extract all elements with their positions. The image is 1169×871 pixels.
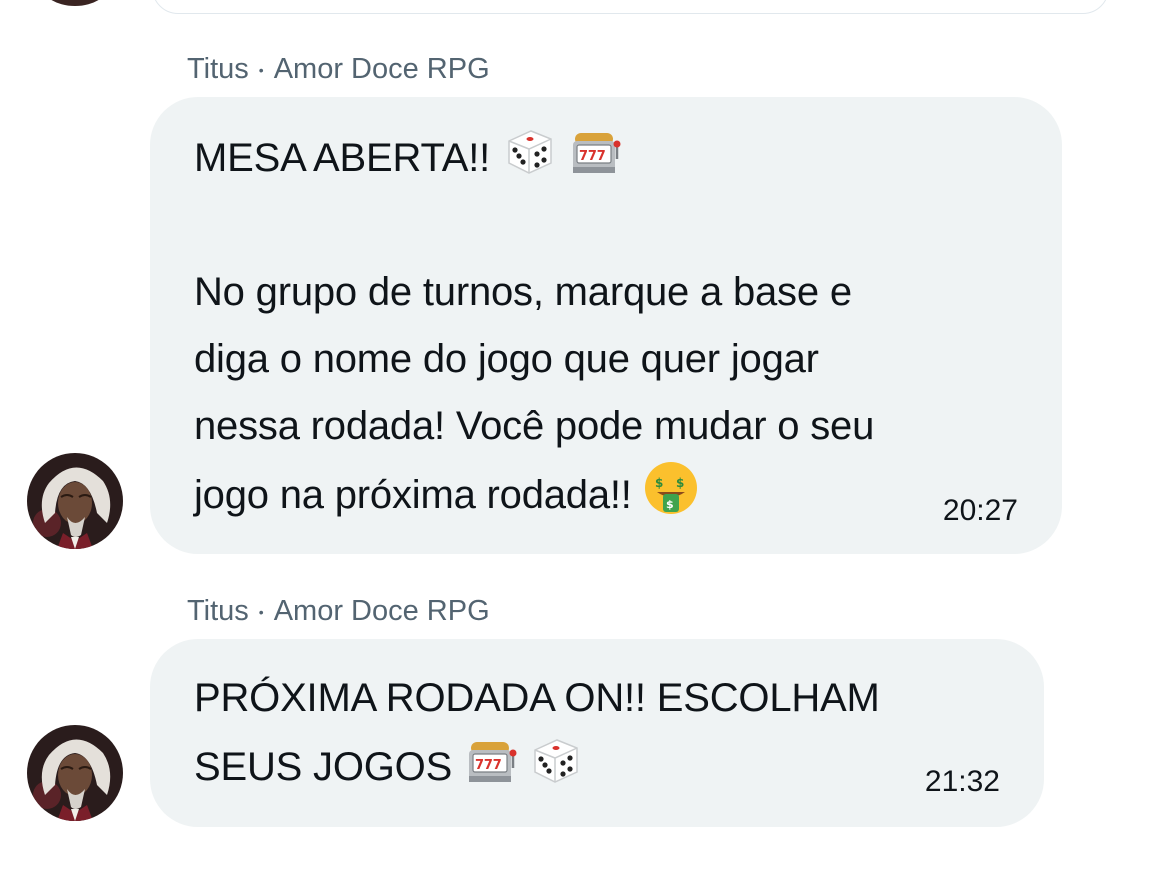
money-mouth-face-icon: $ $ $ (644, 462, 697, 514)
message-text: PRÓXIMA RODADA ON!! ESCOLHAM SEUS JOGOS … (194, 665, 1000, 801)
svg-text:$: $ (676, 476, 684, 490)
slot-machine-icon: 777 (572, 133, 621, 173)
avatar-image (27, 453, 123, 549)
svg-text:$: $ (666, 498, 673, 511)
message-bubble[interactable]: MESA ABERTA!! 777 No grupo de turnos, ma… (150, 97, 1062, 554)
message-line: SEUS JOGOS (194, 745, 463, 789)
previous-avatar[interactable] (40, 0, 110, 6)
avatar[interactable] (27, 725, 123, 821)
message-timestamp: 20:27 (942, 494, 1018, 527)
message-text: MESA ABERTA!! 777 No grupo de turnos, ma… (194, 123, 1018, 529)
message-line: PRÓXIMA RODADA ON!! ESCOLHAM (194, 676, 880, 720)
message-sender-header: Titus • Amor Doce RPG (187, 597, 490, 626)
message-timestamp: 21:32 (924, 765, 1000, 798)
svg-text:$: $ (655, 476, 663, 490)
game-die-icon (508, 130, 552, 174)
svg-text:777: 777 (475, 758, 502, 773)
slot-machine-icon: 777 (468, 742, 517, 782)
svg-text:777: 777 (579, 149, 606, 164)
message-headline: MESA ABERTA!! (194, 136, 501, 180)
previous-message-bubble (152, 0, 1109, 14)
message-bubble[interactable]: PRÓXIMA RODADA ON!! ESCOLHAM SEUS JOGOS … (150, 639, 1044, 827)
sender-name[interactable]: Titus (187, 595, 249, 627)
avatar-image (27, 725, 123, 821)
sender-name[interactable]: Titus (187, 53, 249, 85)
separator-dot: • (258, 62, 264, 79)
sender-group: Amor Doce RPG (273, 53, 490, 85)
avatar[interactable] (27, 453, 123, 549)
separator-dot: • (258, 604, 264, 621)
message-sender-header: Titus • Amor Doce RPG (187, 55, 490, 84)
message-body: No grupo de turnos, marque a base e diga… (194, 270, 875, 517)
game-die-icon (534, 739, 578, 783)
sender-group: Amor Doce RPG (273, 595, 490, 627)
